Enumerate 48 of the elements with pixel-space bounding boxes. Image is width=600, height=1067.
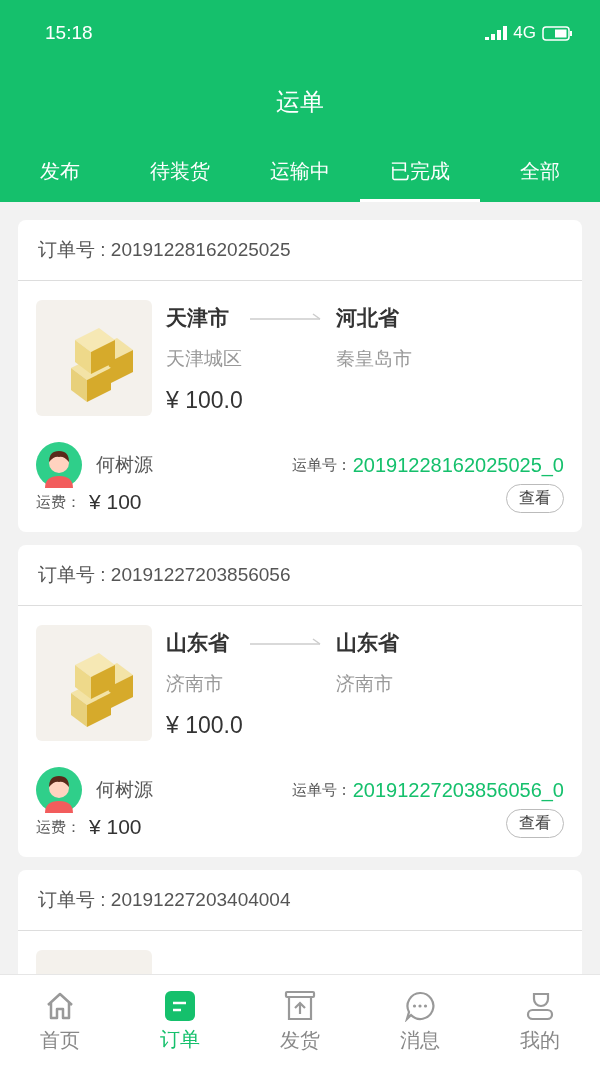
- origin-city: 山东省: [166, 630, 230, 657]
- cargo-price: ¥ 100.0: [166, 710, 244, 740]
- driver-name: 何树源: [96, 452, 153, 477]
- tab[interactable]: 发布: [0, 140, 120, 202]
- tab[interactable]: 待装货: [120, 140, 240, 202]
- freight-amount: ¥ 100: [89, 490, 142, 514]
- waybill-number: 20191228162025025_0: [352, 453, 564, 477]
- arrow-icon: [250, 638, 322, 648]
- status-time: 15:18: [45, 22, 93, 44]
- avatar-icon: [36, 442, 82, 488]
- order-number: 订单号 : 20191227203856056: [38, 563, 291, 587]
- waybill-label: 运单号 :: [291, 455, 347, 475]
- freight-label: 运费：: [36, 492, 81, 512]
- view-button[interactable]: 查看: [506, 483, 564, 513]
- avatar-icon: [36, 767, 82, 813]
- nav-tab[interactable]: 消息: [360, 975, 480, 1067]
- nav-tab[interactable]: 首页: [0, 975, 120, 1067]
- freight-label: 运费：: [36, 817, 81, 837]
- origin-city: 天津市: [166, 305, 230, 332]
- origin-district: 济南市: [166, 671, 224, 696]
- arrow-icon: [250, 313, 322, 323]
- cargo-price: ¥ 100.0: [166, 385, 244, 415]
- nav-tab[interactable]: 我的: [480, 975, 600, 1067]
- battery-icon: [542, 25, 572, 41]
- nav-tab[interactable]: 发货: [240, 975, 360, 1067]
- order-number: 订单号 : 20191228162025025: [38, 238, 291, 262]
- waybill-number: 20191227203856056_0: [352, 778, 564, 802]
- waybill-label: 运单号 :: [291, 780, 347, 800]
- network-label: 4G: [513, 23, 536, 43]
- person-icon: [524, 990, 556, 1022]
- page-title: 运单: [275, 87, 325, 118]
- order-number: 订单号 : 20191227203404004: [38, 888, 291, 912]
- tab[interactable]: 全部: [480, 140, 600, 202]
- tab[interactable]: 已完成: [360, 140, 480, 202]
- freight-amount: ¥ 100: [89, 815, 142, 839]
- tab[interactable]: 运输中: [240, 140, 360, 202]
- signal-icon: [485, 26, 508, 40]
- nav-tab[interactable]: 订单: [120, 975, 240, 1067]
- destination-city: 河北省: [336, 305, 400, 332]
- driver-name: 何树源: [96, 777, 153, 802]
- document-icon: [165, 991, 195, 1021]
- destination-city: 山东省: [336, 630, 400, 657]
- destination-district: 秦皇岛市: [336, 346, 413, 371]
- chat-icon: [404, 990, 436, 1022]
- upload-box-icon: [284, 990, 316, 1022]
- origin-district: 天津城区: [166, 346, 243, 371]
- destination-district: 济南市: [336, 671, 394, 696]
- view-button[interactable]: 查看: [506, 808, 564, 838]
